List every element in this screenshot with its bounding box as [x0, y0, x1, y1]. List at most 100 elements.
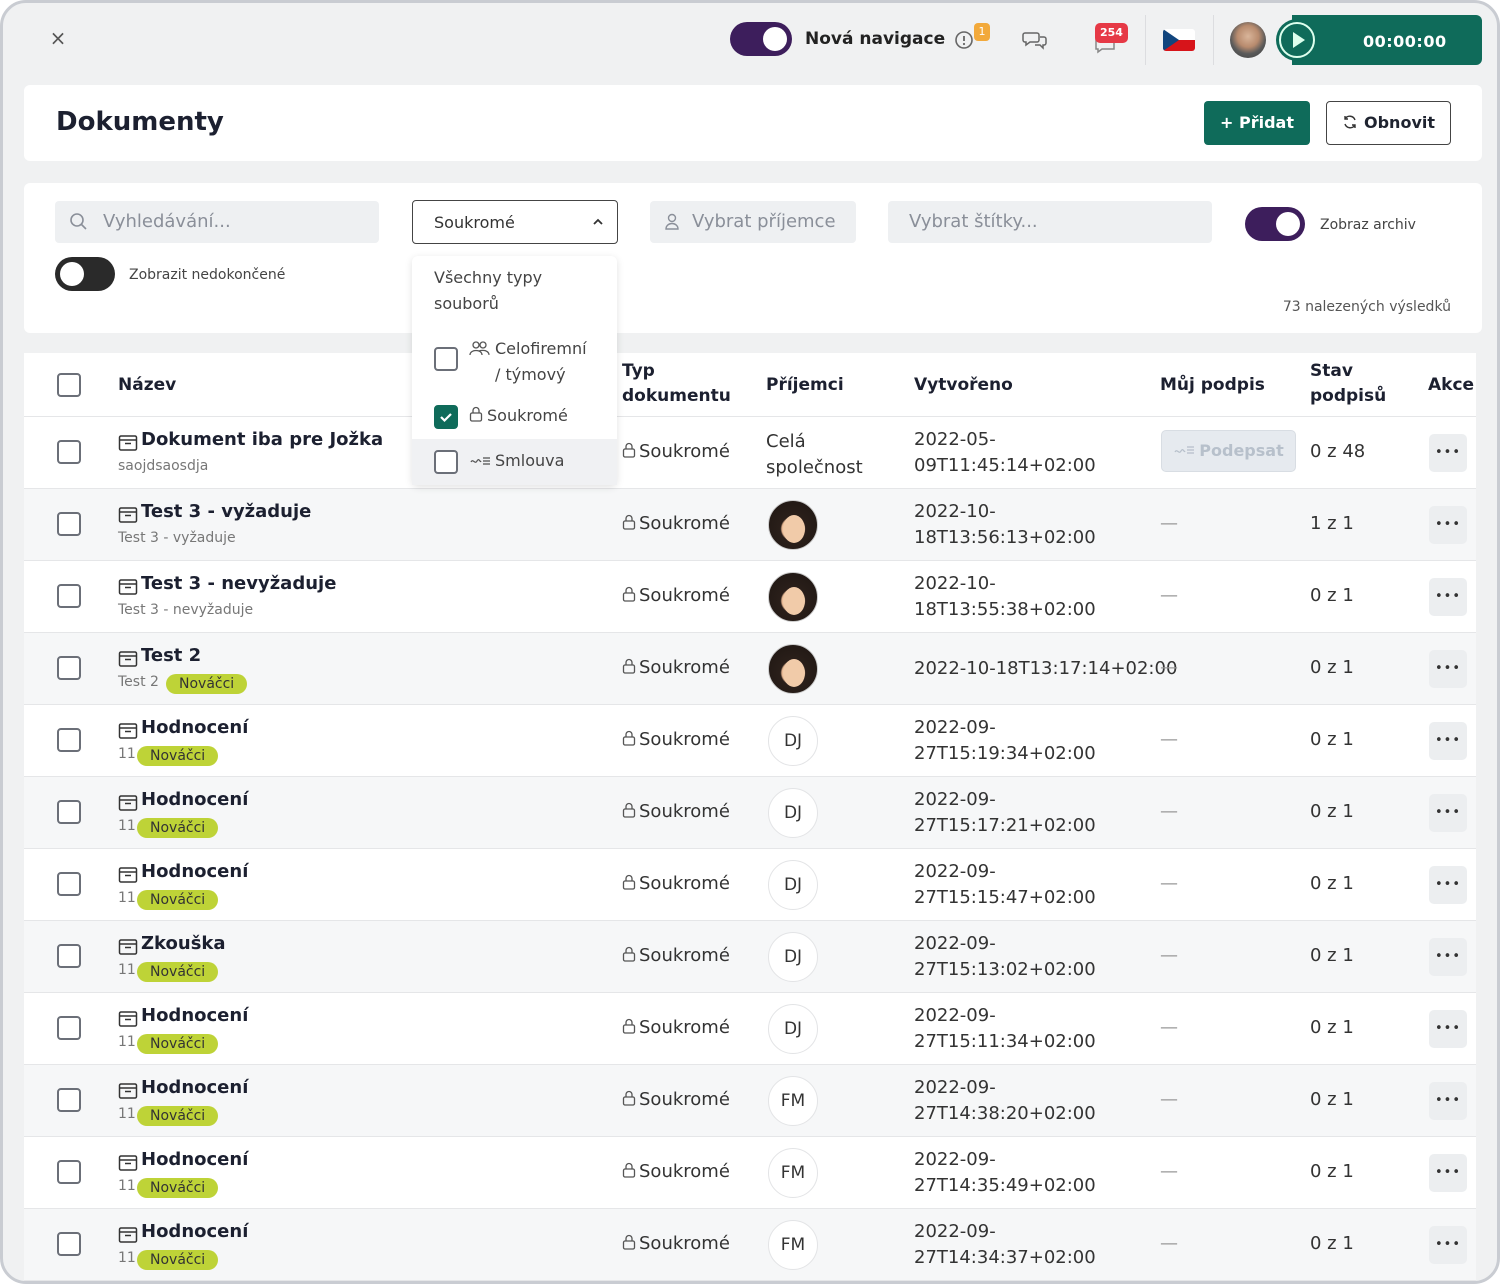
row-checkbox[interactable] — [57, 584, 81, 608]
table-row[interactable]: Hodnocení 11 Nováčci Soukromé FM 2022-09- 27T1… — [24, 1209, 1476, 1281]
close-icon[interactable]: × — [47, 27, 69, 49]
actions-menu-button[interactable]: ••• — [1429, 578, 1467, 616]
actions-menu-button[interactable]: ••• — [1429, 1154, 1467, 1192]
company-checkbox[interactable] — [434, 347, 458, 371]
actions-menu-button[interactable]: ••• — [1429, 794, 1467, 832]
actions-menu-button[interactable]: ••• — [1429, 1082, 1467, 1120]
table-row[interactable]: Hodnocení 11 Nováčci Soukromé FM 2022-09- 27T1… — [24, 1137, 1476, 1209]
menu-item-contract[interactable]: Smlouva — [412, 439, 617, 485]
recipient-initials-avatar[interactable]: DJ — [768, 788, 818, 838]
document-type-select[interactable]: Soukromé — [412, 200, 618, 244]
document-title[interactable]: Test 3 - nevyžaduje — [141, 573, 336, 594]
column-status[interactable]: Stav podpisů — [1310, 359, 1386, 409]
row-checkbox[interactable] — [57, 512, 81, 536]
document-subtitle: Test 3 - nevyžaduje — [118, 602, 254, 618]
actions-menu-button[interactable]: ••• — [1429, 1226, 1467, 1264]
recipient-select[interactable]: Vybrat příjemce — [650, 201, 856, 243]
sign-button[interactable]: Podepsat — [1161, 430, 1296, 472]
document-title[interactable]: Test 3 - vyžaduje — [141, 501, 311, 522]
refresh-button[interactable]: Obnovit — [1326, 101, 1451, 145]
actions-menu-button[interactable]: ••• — [1429, 434, 1467, 472]
actions-menu-button[interactable]: ••• — [1429, 866, 1467, 904]
row-checkbox[interactable] — [57, 656, 81, 680]
add-button[interactable]: + Přidat — [1204, 101, 1310, 145]
recipient-initials-avatar[interactable]: DJ — [768, 860, 818, 910]
table-row[interactable]: Zkouška 11 Nováčci Soukromé DJ 2022-09- 27T15:… — [24, 921, 1476, 993]
document-title[interactable]: Dokument iba pre Jožka — [141, 429, 383, 450]
recipient-photo-avatar[interactable] — [768, 572, 818, 622]
my-signature-empty: — — [1160, 945, 1178, 966]
row-checkbox[interactable] — [57, 1232, 81, 1256]
tag-pill: Nováčci — [137, 1178, 219, 1198]
czech-flag-icon[interactable] — [1163, 29, 1195, 51]
created-date: 2022-10- 18T13:56:13+02:00 — [914, 501, 1096, 548]
actions-menu-button[interactable]: ••• — [1429, 938, 1467, 976]
table-row[interactable]: Test 3 - nevyžaduje Test 3 - nevyžaduje So… — [24, 561, 1476, 633]
column-recipients[interactable]: Příjemci — [766, 373, 844, 398]
document-type: Soukromé — [622, 801, 730, 822]
document-title[interactable]: Hodnocení — [141, 717, 248, 738]
unfinished-toggle[interactable] — [55, 257, 115, 291]
recipient-initials-avatar[interactable]: DJ — [768, 932, 818, 982]
user-avatar[interactable] — [1230, 22, 1266, 58]
document-title[interactable]: Test 2 — [141, 645, 201, 666]
document-title[interactable]: Hodnocení — [141, 1221, 248, 1242]
recipient-photo-avatar[interactable] — [768, 644, 818, 694]
row-checkbox[interactable] — [57, 872, 81, 896]
actions-menu-button[interactable]: ••• — [1429, 722, 1467, 760]
menu-item-company[interactable]: Celofiremní / týmový — [412, 336, 617, 384]
table-row[interactable]: Dokument iba pre Jožka saojdsaosdja Soukro… — [24, 417, 1476, 489]
menu-item-private[interactable]: Soukromé — [412, 394, 617, 440]
contract-checkbox[interactable] — [434, 450, 458, 474]
actions-menu-button[interactable]: ••• — [1429, 506, 1467, 544]
document-title[interactable]: Hodnocení — [141, 789, 248, 810]
private-checkbox-checked[interactable] — [434, 405, 458, 429]
recipient-initials-avatar[interactable]: FM — [768, 1148, 818, 1198]
row-checkbox[interactable] — [57, 800, 81, 824]
recipient-initials-avatar[interactable]: DJ — [768, 716, 818, 766]
tag-pill: Nováčci — [166, 674, 248, 694]
recipient-initials-avatar[interactable]: FM — [768, 1076, 818, 1126]
table-row[interactable]: Hodnocení 11 Nováčci Soukromé DJ 2022-09- 27T1… — [24, 705, 1476, 777]
document-title[interactable]: Hodnocení — [141, 861, 248, 882]
lock-icon — [469, 406, 483, 422]
table-row[interactable]: Hodnocení 11 Nováčci Soukromé FM 2022-09- 27T1… — [24, 1065, 1476, 1137]
recipient-initials-avatar[interactable]: FM — [768, 1220, 818, 1270]
recipient-initials-avatar[interactable]: DJ — [768, 1004, 818, 1054]
document-title[interactable]: Hodnocení — [141, 1149, 248, 1170]
avatar-face — [783, 515, 805, 543]
column-type[interactable]: Typ dokumentu — [622, 359, 731, 409]
row-checkbox[interactable] — [57, 944, 81, 968]
created-date: 2022-09- 27T15:13:02+02:00 — [914, 933, 1096, 980]
table-row[interactable]: Hodnocení 11 Nováčci Soukromé DJ 2022-09- 27T1… — [24, 849, 1476, 921]
column-name[interactable]: Název — [118, 373, 176, 398]
signature-status: 0 z 1 — [1310, 1017, 1354, 1038]
tags-select[interactable]: Vybrat štítky... — [888, 201, 1212, 243]
column-my-signature[interactable]: Můj podpis — [1160, 373, 1265, 398]
row-checkbox[interactable] — [57, 1088, 81, 1112]
table-row[interactable]: Test 3 - vyžaduje Test 3 - vyžaduje Soukro… — [24, 489, 1476, 561]
table-row[interactable]: Hodnocení 11 Nováčci Soukromé DJ 2022-09- 27T1… — [24, 993, 1476, 1065]
row-checkbox[interactable] — [57, 728, 81, 752]
select-all-checkbox[interactable] — [57, 373, 81, 397]
created-date: 2022-10-18T13:17:14+02:00 — [914, 658, 1178, 679]
row-checkbox[interactable] — [57, 1016, 81, 1040]
menu-item-all-types[interactable]: Všechny typy souborů — [434, 265, 542, 317]
recipient-photo-avatar[interactable] — [768, 500, 818, 550]
actions-menu-button[interactable]: ••• — [1429, 650, 1467, 688]
chat-icon[interactable] — [1022, 27, 1048, 53]
table-row[interactable]: Test 2 Test 2 Nováčci Soukromé 2022-10-18T13… — [24, 633, 1476, 705]
document-icon — [118, 1010, 138, 1032]
lock-icon — [622, 1234, 636, 1250]
table-row[interactable]: Hodnocení 11 Nováčci Soukromé DJ 2022-09- 27T1… — [24, 777, 1476, 849]
row-checkbox[interactable] — [57, 440, 81, 464]
actions-menu-button[interactable]: ••• — [1429, 1010, 1467, 1048]
search-input[interactable]: Vyhledávání... — [55, 201, 379, 243]
document-title[interactable]: Zkouška — [141, 933, 226, 954]
row-checkbox[interactable] — [57, 1160, 81, 1184]
column-created[interactable]: Vytvořeno — [914, 373, 1013, 398]
document-title[interactable]: Hodnocení — [141, 1077, 248, 1098]
new-navigation-toggle[interactable] — [730, 22, 792, 56]
archive-toggle[interactable] — [1245, 207, 1305, 241]
document-title[interactable]: Hodnocení — [141, 1005, 248, 1026]
